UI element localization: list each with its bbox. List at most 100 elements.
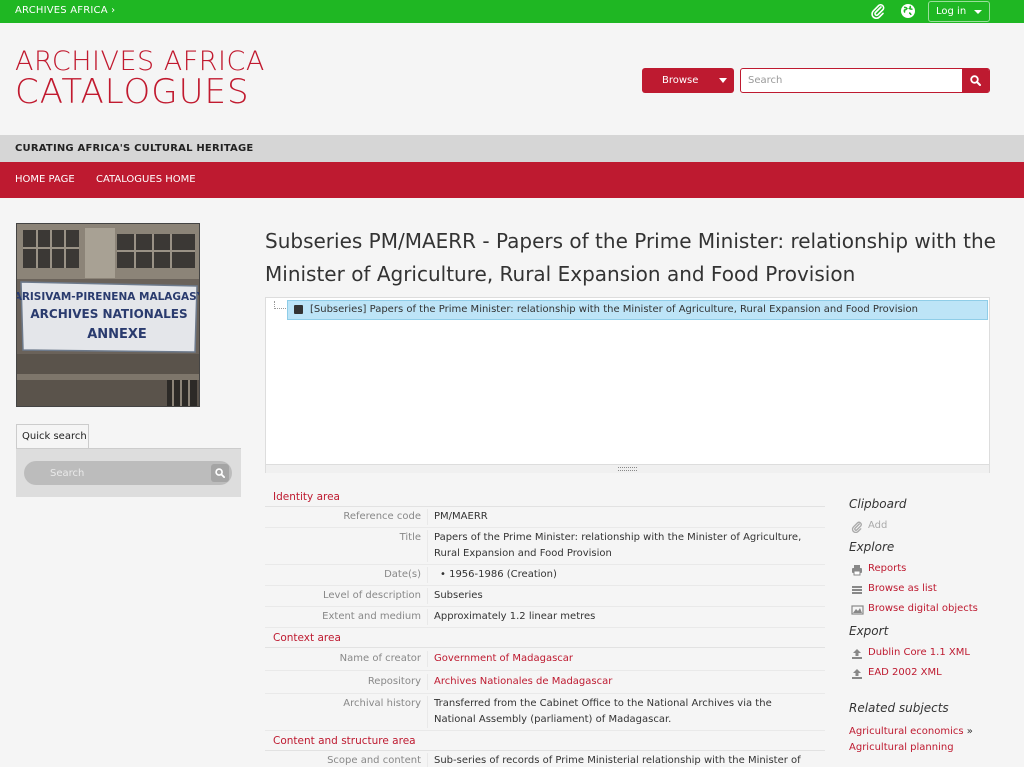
image-icon (851, 605, 864, 615)
archives-building-image: ARISIVAM-PIRENENA MALAGASY ARCHIVES NATI… (17, 224, 200, 406)
title-value: Papers of the Prime Minister: relationsh… (427, 530, 807, 562)
login-label: Log in (936, 6, 967, 17)
chevron-down-icon (719, 78, 727, 83)
dates-value: • 1956-1986 (Creation) (427, 567, 807, 583)
subject-link-agricultural-economics[interactable]: Agricultural economics (849, 726, 964, 737)
related-subject-item: Agricultural planning (849, 742, 1009, 758)
level-value: Subseries (427, 588, 807, 604)
logo-line-2: CATALOGUES (15, 72, 250, 112)
nav-catalogues-home[interactable]: CATALOGUES HOME (96, 174, 196, 185)
dates-text: 1956-1986 (Creation) (449, 569, 557, 580)
export-heading: Export (849, 624, 889, 638)
search-submit-button[interactable] (962, 68, 989, 93)
bullet-icon: • (440, 569, 450, 580)
creator-link[interactable]: Government of Madagascar (434, 653, 573, 664)
field-label: Reference code (343, 511, 421, 522)
repository-link[interactable]: Archives Nationales de Madagascar (434, 676, 612, 687)
site-tagline-bar: CURATING AFRICA'S CULTURAL HERITAGE (0, 135, 1024, 162)
site-brand-link[interactable]: ARCHIVES AFRICA › (15, 5, 115, 16)
scope-value: Sub-series of records of Prime Ministeri… (427, 753, 807, 767)
field-row: Archival history Transferred from the Ca… (265, 694, 825, 731)
repository-value: Archives Nationales de Madagascar (427, 674, 807, 690)
browse-digital-label: Browse digital objects (868, 603, 978, 614)
tree-resize-handle[interactable] (266, 464, 989, 473)
field-row: Repository Archives Nationales de Madaga… (265, 671, 825, 694)
tree-node-subseries[interactable]: [Subseries] Papers of the Prime Minister… (287, 300, 988, 320)
search-input[interactable] (741, 69, 963, 92)
print-icon (852, 565, 862, 576)
language-globe-icon[interactable] (900, 3, 916, 19)
main-nav: HOME PAGE CATALOGUES HOME (0, 162, 1024, 198)
field-row: Date(s) • 1956-1986 (Creation) (265, 565, 825, 586)
field-label: Title (399, 532, 421, 543)
chevron-down-icon (974, 10, 982, 14)
field-row: Scope and content Sub-series of records … (265, 751, 825, 767)
quick-search-box (24, 461, 232, 485)
field-label: Date(s) (384, 569, 421, 580)
browse-as-list-link[interactable]: Browse as list (849, 583, 1009, 603)
related-subjects-heading: Related subjects (849, 701, 949, 715)
export-dublin-core-link[interactable]: Dublin Core 1.1 XML (849, 647, 1009, 667)
site-tagline: CURATING AFRICA'S CULTURAL HERITAGE (15, 143, 254, 154)
creator-value: Government of Madagascar (427, 651, 807, 667)
export-ead-link[interactable]: EAD 2002 XML (849, 667, 1009, 687)
field-label: Archival history (343, 698, 421, 709)
upload-icon (852, 649, 862, 659)
explore-heading: Explore (849, 540, 895, 554)
dublin-core-label: Dublin Core 1.1 XML (868, 647, 970, 658)
quick-search-panel (16, 449, 241, 497)
field-label: Extent and medium (322, 611, 421, 622)
paperclip-icon (851, 521, 862, 533)
hierarchy-tree-view: [Subseries] Papers of the Prime Minister… (265, 297, 990, 473)
field-label: Name of creator (339, 653, 421, 664)
subseries-icon (294, 305, 303, 314)
browse-label: Browse (662, 75, 699, 86)
field-row: Title Papers of the Prime Minister: rela… (265, 528, 825, 565)
site-logo[interactable]: ARCHIVES AFRICA CATALOGUES (15, 47, 265, 112)
field-row: Extent and medium Approximately 1.2 line… (265, 607, 825, 628)
list-icon (852, 586, 862, 594)
field-row: Name of creator Government of Madagascar (265, 648, 825, 671)
related-subject-item: Agricultural economics » (849, 726, 1009, 742)
content-structure-area-heading[interactable]: Content and structure area (265, 733, 825, 751)
identity-area-heading[interactable]: Identity area (265, 489, 825, 507)
site-header: ARCHIVES AFRICA CATALOGUES Browse (0, 23, 1024, 135)
quick-search-tab[interactable]: Quick search (16, 424, 89, 449)
quick-search-submit-button[interactable] (211, 464, 229, 482)
login-dropdown-button[interactable]: Log in (928, 1, 990, 22)
field-label: Level of description (323, 590, 421, 601)
tree-node-label: [Subseries] Papers of the Prime Minister… (310, 304, 918, 315)
upload-icon (852, 669, 862, 679)
browse-list-label: Browse as list (868, 583, 937, 594)
browse-dropdown-button[interactable]: Browse (642, 68, 734, 93)
search-box (740, 68, 990, 93)
reports-label: Reports (868, 563, 907, 574)
reference-code-value: PM/MAERR (427, 509, 807, 525)
tree-connector (274, 301, 288, 309)
browse-digital-objects-link[interactable]: Browse digital objects (849, 603, 1009, 623)
nav-home-page[interactable]: HOME PAGE (15, 174, 75, 185)
history-value: Transferred from the Cabinet Office to t… (427, 696, 807, 728)
search-icon (215, 468, 225, 478)
context-area-heading[interactable]: Context area (265, 630, 825, 648)
subject-link-agricultural-planning[interactable]: Agricultural planning (849, 742, 954, 753)
sign-text-line-2: ARCHIVES NATIONALES (30, 307, 187, 321)
clipboard-heading: Clipboard (849, 497, 907, 511)
field-label: Repository (367, 676, 421, 687)
breadcrumb-separator: » (963, 726, 973, 737)
clipboard-icon[interactable] (870, 3, 886, 20)
field-row: Reference code PM/MAERR (265, 507, 825, 528)
reports-link[interactable]: Reports (849, 563, 1009, 583)
quick-search-input[interactable] (24, 461, 210, 485)
top-bar: ARCHIVES AFRICA › Log in (0, 0, 1024, 23)
field-row: Level of description Subseries (265, 586, 825, 607)
sign-text-line-1: ARISIVAM-PIRENENA MALAGASY (17, 291, 200, 303)
context-menu: Clipboard Add Explore Reports Browse as … (849, 497, 1009, 758)
page-title: Subseries PM/MAERR - Papers of the Prime… (265, 229, 996, 286)
repository-photo: ARISIVAM-PIRENENA MALAGASY ARCHIVES NATI… (16, 223, 200, 407)
grip-icon (618, 467, 637, 471)
description-area: Identity area Reference code PM/MAERR Ti… (265, 489, 825, 767)
clipboard-add-button[interactable]: Add (849, 520, 1009, 540)
field-label: Scope and content (327, 755, 421, 766)
search-icon (970, 75, 981, 86)
